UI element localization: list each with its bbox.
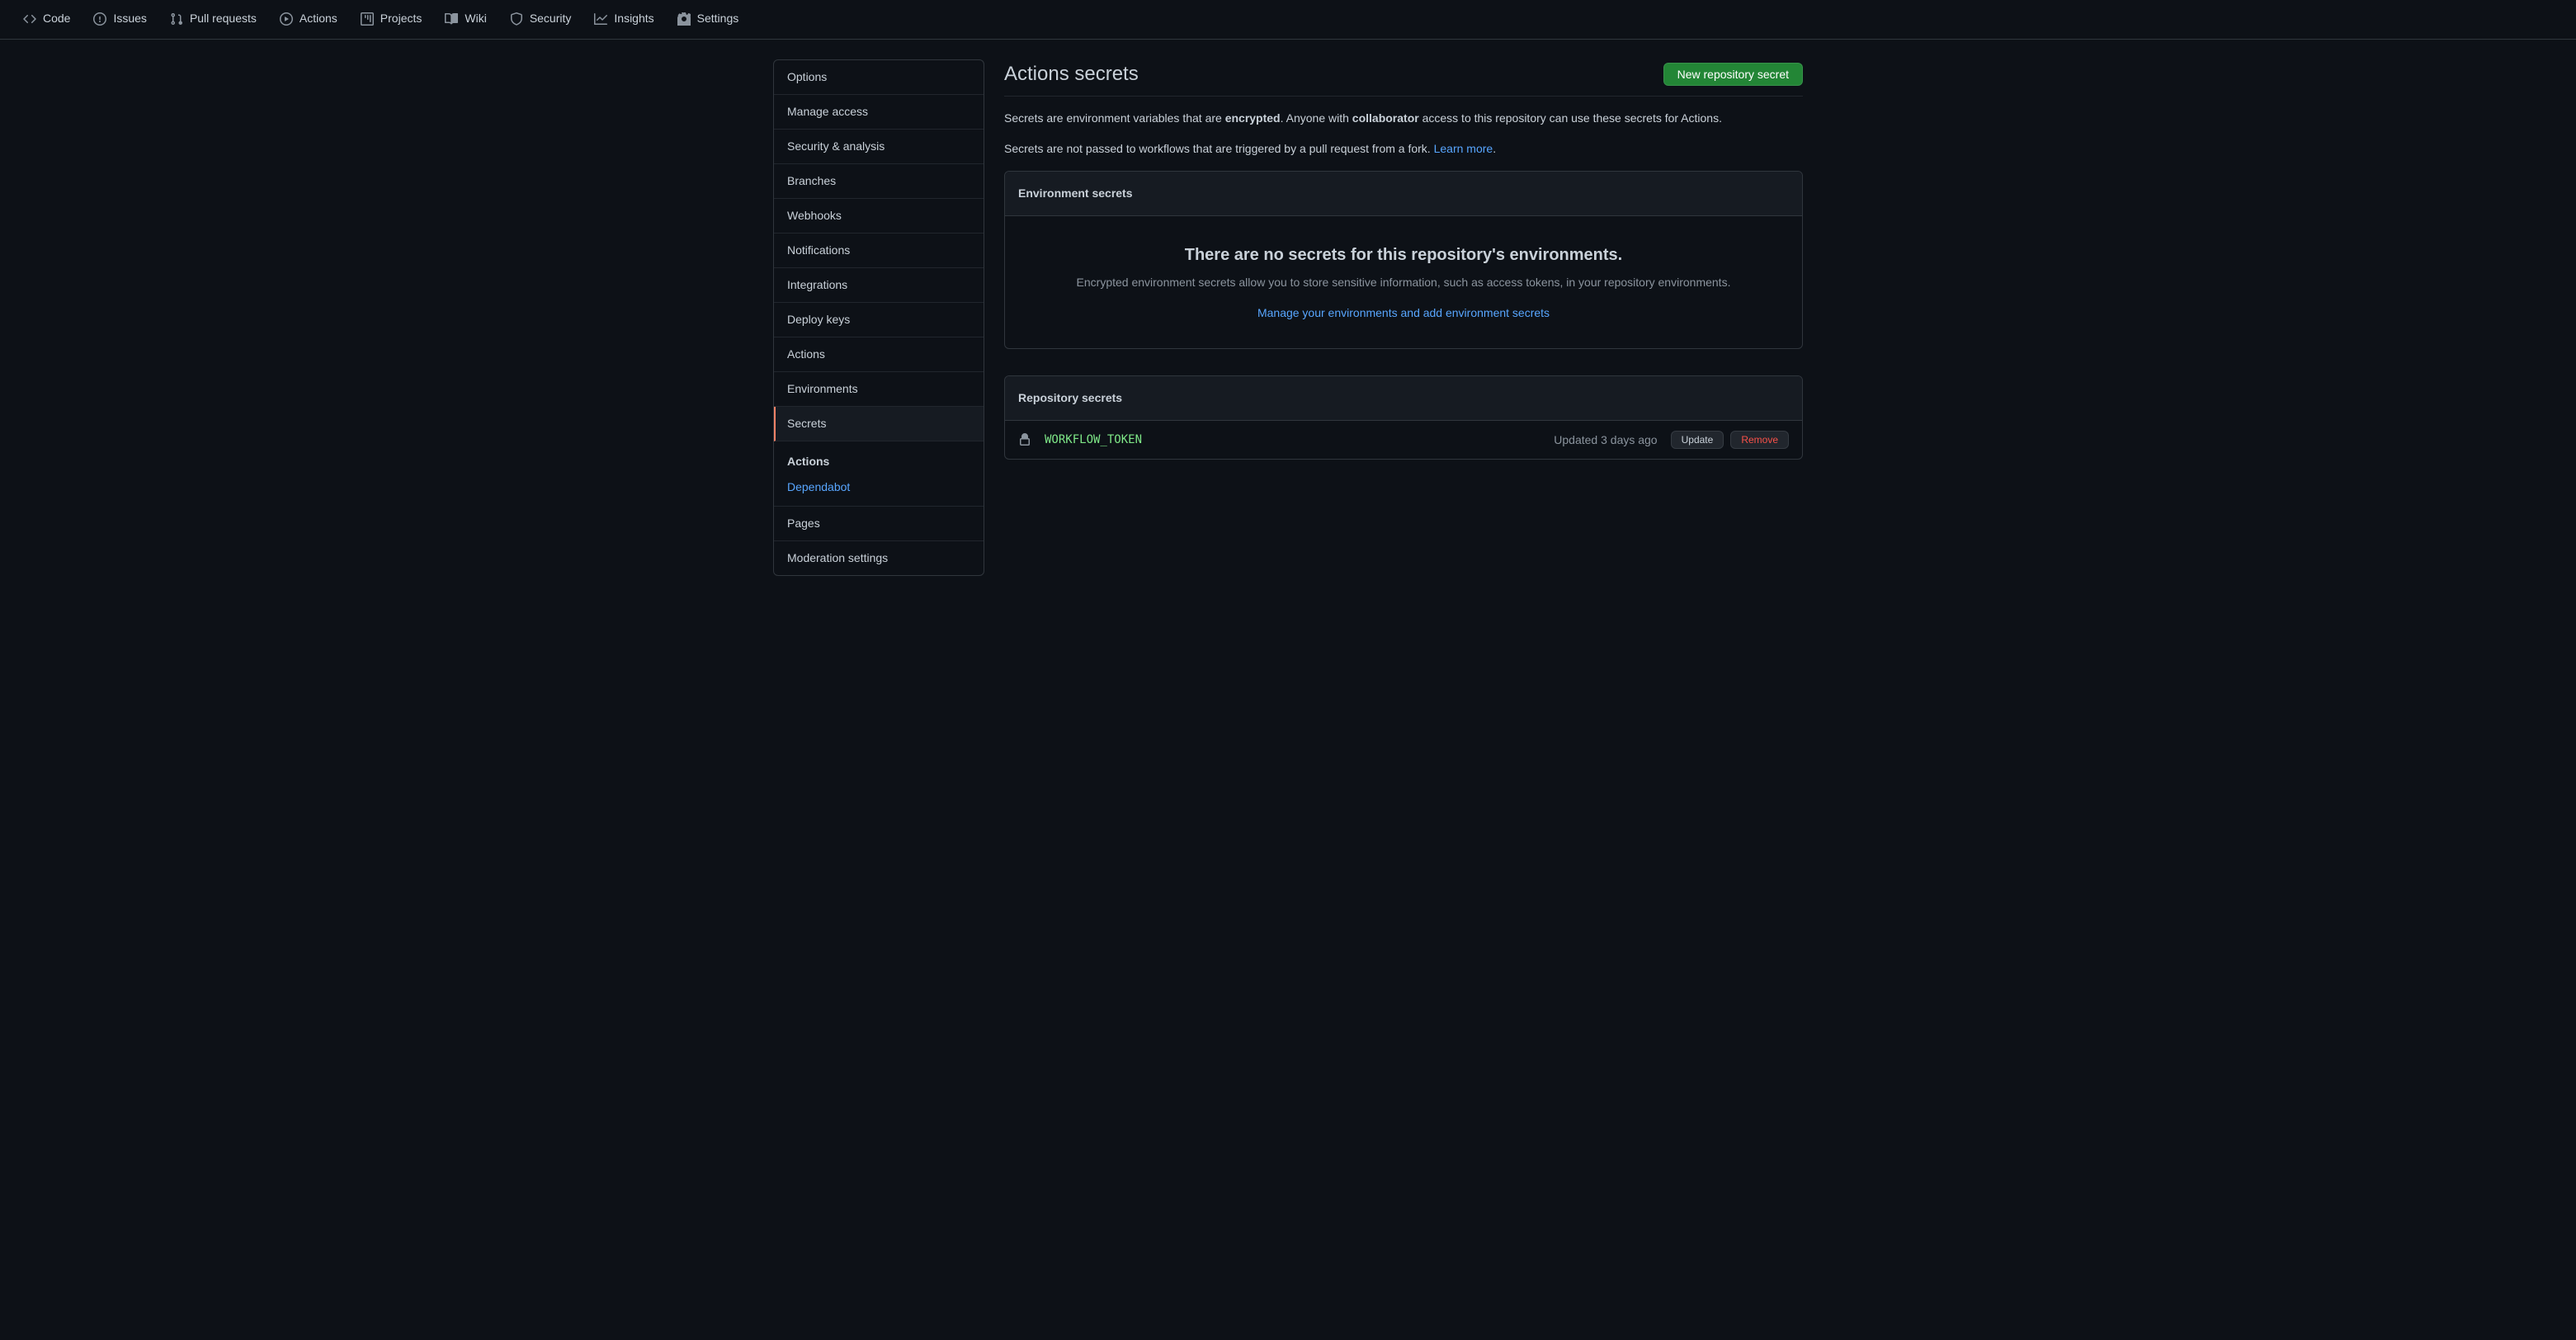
nav-wiki[interactable]: Wiki xyxy=(435,0,496,40)
page-header: Actions secrets New repository secret xyxy=(1004,59,1803,97)
sidebar-item-pages[interactable]: Pages xyxy=(774,507,984,541)
nav-actions-label: Actions xyxy=(300,10,337,27)
environment-secrets-blankslate: There are no secrets for this repository… xyxy=(1005,216,1802,348)
code-icon xyxy=(23,12,36,26)
page-title: Actions secrets xyxy=(1004,59,1139,89)
learn-more-link[interactable]: Learn more xyxy=(1434,142,1493,155)
settings-sidebar: Options Manage access Security & analysi… xyxy=(773,59,984,589)
secret-row: WORKFLOW_TOKEN Updated 3 days ago Update… xyxy=(1005,421,1802,459)
sidebar-item-integrations[interactable]: Integrations xyxy=(774,268,984,303)
update-secret-button[interactable]: Update xyxy=(1671,431,1724,449)
repo-top-nav: Code Issues Pull requests Actions Projec… xyxy=(0,0,2576,40)
sidebar-secrets-subgroup: Actions Dependabot xyxy=(774,441,984,507)
repository-secrets-header: Repository secrets xyxy=(1005,376,1802,421)
sidebar-sublink-dependabot[interactable]: Dependabot xyxy=(774,475,984,499)
nav-pulls[interactable]: Pull requests xyxy=(160,0,267,40)
secret-actions: Update Remove xyxy=(1671,431,1789,449)
graph-icon xyxy=(594,12,607,26)
nav-pulls-label: Pull requests xyxy=(190,10,257,27)
nav-issues-label: Issues xyxy=(113,10,146,27)
nav-insights-label: Insights xyxy=(614,10,653,27)
remove-secret-button[interactable]: Remove xyxy=(1730,431,1789,449)
project-icon xyxy=(361,12,374,26)
shield-icon xyxy=(510,12,523,26)
sidebar-item-deploy-keys[interactable]: Deploy keys xyxy=(774,303,984,337)
nav-projects-label: Projects xyxy=(380,10,422,27)
secrets-description-1: Secrets are environment variables that a… xyxy=(1004,110,1803,127)
blank-title: There are no secrets for this repository… xyxy=(1038,243,1769,267)
sidebar-item-webhooks[interactable]: Webhooks xyxy=(774,199,984,234)
blank-subtitle: Encrypted environment secrets allow you … xyxy=(1038,274,1769,291)
environment-secrets-header: Environment secrets xyxy=(1005,172,1802,216)
sidebar-item-secrets[interactable]: Secrets xyxy=(774,407,984,441)
sidebar-subheader-actions: Actions xyxy=(774,448,984,475)
nav-actions[interactable]: Actions xyxy=(270,0,347,40)
sidebar-item-environments[interactable]: Environments xyxy=(774,372,984,407)
main-content: Actions secrets New repository secret Se… xyxy=(1004,59,1803,589)
play-icon xyxy=(280,12,293,26)
lock-icon xyxy=(1018,433,1031,446)
nav-wiki-label: Wiki xyxy=(465,10,486,27)
nav-code-label: Code xyxy=(43,10,70,27)
new-repository-secret-button[interactable]: New repository secret xyxy=(1663,63,1803,86)
nav-security-label: Security xyxy=(530,10,572,27)
nav-security[interactable]: Security xyxy=(500,0,582,40)
secrets-description-2: Secrets are not passed to workflows that… xyxy=(1004,140,1803,158)
gear-icon xyxy=(677,12,691,26)
secret-name: WORKFLOW_TOKEN xyxy=(1045,432,1142,449)
repository-secrets-panel: Repository secrets WORKFLOW_TOKEN Update… xyxy=(1004,375,1803,460)
nav-issues[interactable]: Issues xyxy=(83,0,156,40)
nav-settings-label: Settings xyxy=(697,10,739,27)
issue-opened-icon xyxy=(93,12,106,26)
nav-insights[interactable]: Insights xyxy=(584,0,663,40)
sidebar-item-security-analysis[interactable]: Security & analysis xyxy=(774,130,984,164)
sidebar-item-actions[interactable]: Actions xyxy=(774,337,984,372)
sidebar-item-manage-access[interactable]: Manage access xyxy=(774,95,984,130)
sidebar-item-moderation[interactable]: Moderation settings xyxy=(774,541,984,575)
nav-projects[interactable]: Projects xyxy=(351,0,432,40)
sidebar-item-options[interactable]: Options xyxy=(774,60,984,95)
nav-code[interactable]: Code xyxy=(13,0,80,40)
nav-settings[interactable]: Settings xyxy=(668,0,749,40)
environment-secrets-panel: Environment secrets There are no secrets… xyxy=(1004,171,1803,349)
sidebar-item-notifications[interactable]: Notifications xyxy=(774,234,984,268)
book-icon xyxy=(445,12,458,26)
secret-updated: Updated 3 days ago xyxy=(1554,432,1657,449)
git-pull-request-icon xyxy=(170,12,183,26)
manage-environments-link[interactable]: Manage your environments and add environ… xyxy=(1257,306,1550,319)
sidebar-item-branches[interactable]: Branches xyxy=(774,164,984,199)
